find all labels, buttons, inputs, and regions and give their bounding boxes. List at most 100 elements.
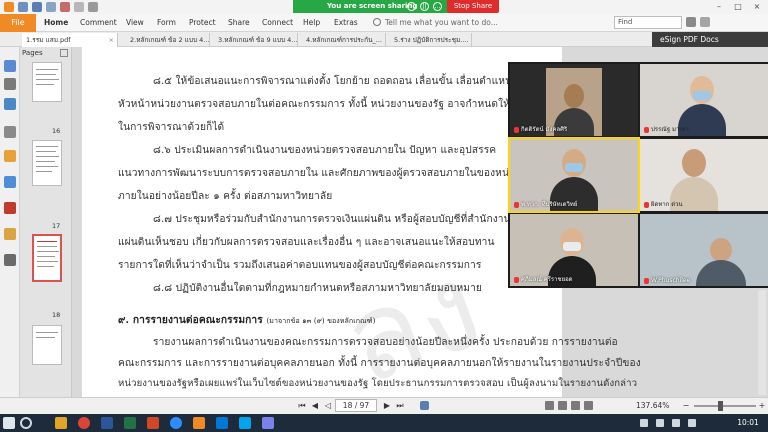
zoom-in-button[interactable]: +	[756, 400, 768, 411]
comment-icon[interactable]	[4, 126, 16, 138]
find-input[interactable]: Find	[614, 16, 682, 29]
word-icon[interactable]	[101, 417, 113, 429]
menu-connect[interactable]: Connect	[262, 14, 293, 32]
page-number-input[interactable]: 18 / 97	[335, 399, 377, 412]
settings-icon[interactable]	[700, 17, 710, 27]
attachment-icon[interactable]	[4, 150, 16, 162]
pages-panel-title: Pages	[22, 49, 43, 57]
tab-document-1[interactable]: 1.รรม แสม.pdf ×	[22, 33, 118, 47]
link-icon[interactable]	[4, 176, 16, 188]
start-icon[interactable]	[3, 417, 15, 429]
customize-icon[interactable]	[88, 2, 98, 12]
page-thumbnail[interactable]	[32, 62, 62, 102]
menu-form[interactable]: Form	[157, 14, 176, 32]
zoom-app-icon[interactable]	[170, 417, 182, 429]
participant-tile-1[interactable]: กิตติรัตน์ มังคลศิริ	[510, 64, 638, 136]
volume-icon[interactable]	[656, 419, 664, 427]
participant-tile-6[interactable]: W.Phuschilee	[640, 214, 768, 286]
edge-icon[interactable]	[216, 417, 228, 429]
doc-line: รายงานผลการดำเนินงานของคณะกรรมการตรวจสอบ…	[153, 337, 618, 348]
menu-view[interactable]: View	[126, 14, 144, 32]
open-icon[interactable]	[18, 2, 28, 12]
save-icon[interactable]	[32, 2, 42, 12]
zoom-out-button[interactable]: −	[680, 400, 692, 411]
participant-tile-3[interactable]: พ.ทวก. ที่บริษัทเดวิทย์	[508, 137, 640, 213]
menu-protect[interactable]: Protect	[189, 14, 216, 32]
tab-label: 3.หลักเกณฑ์ ข้อ 9 แบบ 4...	[218, 36, 298, 44]
page-thumbnail-icon[interactable]	[4, 78, 16, 90]
zoom-level[interactable]: 137.64%	[636, 399, 669, 412]
taskbar-clock[interactable]: 10:01	[730, 414, 766, 432]
menu-share[interactable]: Share	[228, 14, 250, 32]
redo-icon[interactable]	[74, 2, 84, 12]
page-thumbnail-selected[interactable]	[32, 234, 62, 282]
search-icon[interactable]	[20, 417, 32, 429]
signature-icon[interactable]	[4, 202, 16, 214]
tab-document-5[interactable]: 5.ร่าง ปฏิบัติการประชุม....	[390, 33, 472, 47]
back-button[interactable]: ◁	[322, 400, 334, 411]
menu-help[interactable]: Help	[303, 14, 320, 32]
stop-share-button[interactable]: Stop Share	[447, 0, 499, 13]
zoom-slider-thumb[interactable]	[718, 401, 723, 411]
tab-label: 4.หลักเกณฑ์การประกัน_...	[306, 36, 383, 44]
doc-line: ในการพิจารณาด้วยก็ได้	[118, 122, 225, 133]
fit-width-icon[interactable]	[584, 401, 593, 410]
doc-line: รายการใดที่เห็นว่าจำเป็น รวมถึงเสนอค่าตอ…	[118, 260, 482, 271]
file-menu-button[interactable]: File	[0, 14, 36, 32]
page-thumbnail[interactable]	[32, 140, 62, 186]
teams-icon[interactable]	[262, 417, 274, 429]
tab-document-3[interactable]: 3.หลักเกณฑ์ ข้อ 9 แบบ 4...	[214, 33, 298, 47]
pause-icon[interactable]: ||	[420, 2, 429, 11]
search-options-icon[interactable]	[686, 17, 696, 27]
continuous-page-icon[interactable]	[558, 401, 567, 410]
print-icon[interactable]	[46, 2, 56, 12]
participant-name: ศุภิมลณ์ ศรีราชยอด	[514, 274, 573, 284]
network-icon[interactable]	[640, 419, 648, 427]
excel-icon[interactable]	[124, 417, 136, 429]
esign-button[interactable]: eSign PDF Docs	[652, 32, 768, 47]
info-icon[interactable]: i	[407, 2, 416, 11]
battery-icon[interactable]	[672, 419, 680, 427]
maximize-button[interactable]: □	[729, 1, 747, 13]
menu-comment[interactable]: Comment	[80, 14, 117, 32]
facing-page-icon[interactable]	[571, 401, 580, 410]
page-thumbnail[interactable]	[32, 325, 62, 365]
participant-name: พ.ทวก. ที่บริษัทเดวิทย์	[514, 199, 577, 209]
participant-tile-5[interactable]: ศุภิมลณ์ ศรีราชยอด	[510, 214, 638, 286]
panel-options-icon[interactable]	[60, 49, 68, 57]
tell-me-search[interactable]: Tell me what you want to do...	[385, 14, 498, 32]
tools-icon[interactable]	[4, 254, 16, 266]
next-page-button[interactable]: ▶	[381, 400, 393, 411]
file-explorer-icon[interactable]	[55, 417, 67, 429]
tab-document-2[interactable]: 2.หลักเกณฑ์ ข้อ 2 แบบ 4...	[126, 33, 210, 47]
minimize-button[interactable]: –	[710, 1, 728, 13]
close-button[interactable]: ×	[748, 1, 766, 13]
chrome-icon[interactable]	[78, 417, 90, 429]
zoom-slider[interactable]	[694, 405, 756, 407]
vertical-scrollbar[interactable]	[758, 290, 766, 395]
section-heading-note: (มาจากข้อ ๑๓ (๙) ของหลักเกณฑ์)	[266, 317, 376, 325]
last-page-button[interactable]: ⏭	[394, 400, 406, 411]
tab-document-4[interactable]: 4.หลักเกณฑ์การประกัน_...	[302, 33, 386, 47]
close-icon[interactable]: ×	[109, 33, 114, 47]
store-icon[interactable]	[239, 417, 251, 429]
menu-home[interactable]: Home	[44, 14, 68, 32]
participant-name: W.Phuschilee	[644, 277, 690, 284]
first-page-button[interactable]: ⏮	[296, 400, 308, 411]
lock-icon[interactable]	[4, 228, 16, 240]
layers-icon[interactable]	[4, 98, 16, 110]
more-icon[interactable]: ...	[433, 2, 442, 11]
view-mode-icon[interactable]	[420, 401, 429, 410]
powerpoint-icon[interactable]	[147, 417, 159, 429]
doc-line: หน่วยงานของรัฐหรือเผยแพร่ในเว็บไซต์ของหน…	[118, 378, 638, 389]
previous-page-button[interactable]: ◀	[309, 400, 321, 411]
page-number-label: 17	[52, 222, 61, 230]
undo-icon[interactable]	[60, 2, 70, 12]
single-page-icon[interactable]	[545, 401, 554, 410]
menu-extras[interactable]: Extras	[334, 14, 358, 32]
participant-tile-2[interactable]: ปรรณัฐ มาเท่า	[640, 64, 768, 136]
participant-tile-4[interactable]: ผิดทาก ด่วน	[640, 139, 768, 211]
language-icon[interactable]	[688, 419, 696, 427]
foxit-reader-icon[interactable]	[193, 417, 205, 429]
bookmark-icon[interactable]	[4, 60, 16, 72]
